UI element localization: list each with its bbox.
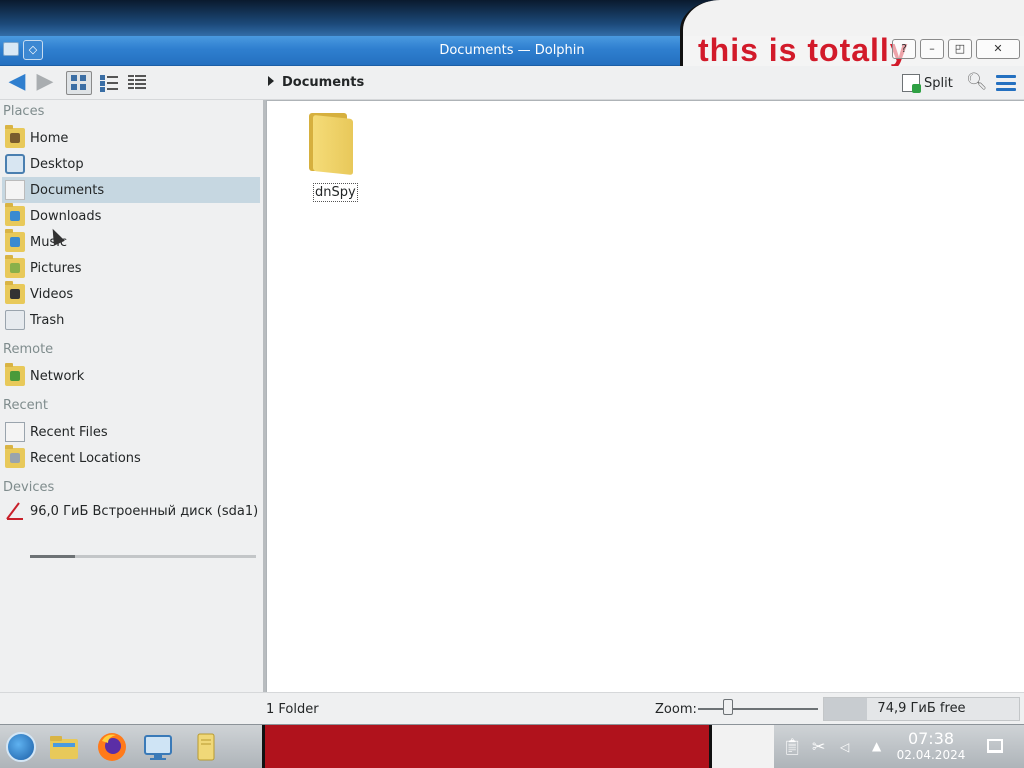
volume-icon[interactable]: ◁ bbox=[840, 740, 849, 754]
sidebar-item-music[interactable]: Music bbox=[2, 229, 260, 255]
places-panel: Places Home Desktop Documents Downloads … bbox=[0, 100, 263, 692]
clock-date: 02.04.2024 bbox=[896, 748, 966, 762]
file-manager-icon[interactable] bbox=[48, 731, 80, 763]
sidebar-item-label: Videos bbox=[30, 286, 74, 302]
zoom-label: Zoom: bbox=[655, 702, 697, 717]
sidebar-item-label: Trash bbox=[30, 312, 65, 328]
notes-icon[interactable] bbox=[190, 731, 222, 763]
icons-view-button[interactable] bbox=[66, 71, 92, 95]
help-button[interactable]: ? bbox=[892, 39, 916, 59]
icons-view-icon bbox=[71, 75, 86, 90]
status-bar: 1 Folder Zoom: 74,9 ГиБ free bbox=[0, 692, 1024, 724]
trash-icon bbox=[5, 310, 25, 330]
compact-view-icon bbox=[100, 75, 118, 92]
wallpaper-text: this is totally bbox=[698, 32, 909, 68]
taskbar: 📋︎ ✂ ◁ ▲ 07:38 02.04.2024 bbox=[0, 724, 1024, 768]
minimize-button[interactable]: – bbox=[920, 39, 944, 59]
free-space-indicator[interactable]: 74,9 ГиБ free bbox=[823, 697, 1020, 721]
split-button[interactable]: Split bbox=[902, 71, 953, 95]
music-icon bbox=[5, 229, 25, 252]
disk-usage-bar bbox=[30, 555, 256, 558]
zoom-slider-handle[interactable] bbox=[723, 699, 733, 715]
menu-icon-line bbox=[996, 75, 1016, 78]
system-settings-icon[interactable] bbox=[142, 731, 174, 763]
section-places: Places bbox=[3, 104, 45, 119]
file-view[interactable]: dnSpy bbox=[266, 100, 1024, 692]
split-label: Split bbox=[924, 75, 953, 91]
breadcrumb[interactable]: Documents bbox=[282, 75, 364, 90]
documents-icon bbox=[5, 180, 25, 200]
sidebar-item-disk[interactable]: 96,0 ГиБ Встроенный диск (sda1) bbox=[2, 499, 260, 523]
desktop-icon bbox=[5, 154, 25, 174]
zoom-slider[interactable] bbox=[698, 708, 818, 710]
firefox-icon[interactable] bbox=[96, 731, 128, 763]
sidebar-item-downloads[interactable]: Downloads bbox=[2, 203, 260, 229]
section-recent: Recent bbox=[3, 398, 48, 413]
details-view-button[interactable] bbox=[124, 71, 150, 95]
sidebar-item-network[interactable]: Network bbox=[2, 363, 260, 389]
show-desktop-icon[interactable] bbox=[987, 739, 1003, 753]
sidebar-item-documents[interactable]: Documents bbox=[2, 177, 260, 203]
close-button[interactable]: ✕ bbox=[976, 39, 1020, 59]
breadcrumb-arrow-icon[interactable] bbox=[268, 76, 274, 86]
disk-usage-fill bbox=[30, 555, 76, 558]
main-toolbar: ◀ ▶ Documents Split 🔍︎ bbox=[0, 66, 1024, 100]
title-bar[interactable]: ◇ Documents — Dolphin this is totally ? … bbox=[0, 32, 1024, 68]
compact-view-button[interactable] bbox=[96, 71, 122, 95]
maximize-button[interactable]: ◰ bbox=[948, 39, 972, 59]
split-icon bbox=[902, 74, 921, 93]
home-icon bbox=[5, 125, 25, 148]
sidebar-item-label: 96,0 ГиБ Встроенный диск (sda1) bbox=[30, 503, 259, 519]
sidebar-item-recent-files[interactable]: Recent Files bbox=[2, 419, 260, 445]
clipboard-icon[interactable]: 📋︎ bbox=[782, 737, 802, 756]
menu-icon-line bbox=[996, 81, 1016, 85]
sidebar-item-label: Recent Files bbox=[30, 424, 108, 440]
sidebar-item-label: Pictures bbox=[30, 260, 82, 276]
clock[interactable]: 07:38 02.04.2024 bbox=[894, 729, 968, 762]
sidebar-item-pictures[interactable]: Pictures bbox=[2, 255, 260, 281]
details-view-icon bbox=[128, 75, 146, 90]
file-item[interactable]: dnSpy bbox=[303, 109, 363, 202]
search-button[interactable]: 🔍︎ bbox=[966, 72, 988, 94]
scissors-icon[interactable]: ✂ bbox=[812, 737, 825, 756]
sidebar-item-videos[interactable]: Videos bbox=[2, 281, 260, 307]
arrow-left-icon: ◀ bbox=[8, 69, 26, 94]
back-button[interactable]: ◀ bbox=[4, 70, 30, 96]
sidebar-item-recent-locations[interactable]: Recent Locations bbox=[2, 445, 260, 471]
clock-time: 07:38 bbox=[907, 729, 955, 748]
downloads-icon bbox=[5, 203, 25, 226]
search-icon: 🔍︎ bbox=[966, 72, 988, 92]
section-devices: Devices bbox=[3, 480, 55, 495]
videos-icon bbox=[5, 281, 25, 304]
recent-files-icon bbox=[5, 422, 25, 442]
pictures-icon bbox=[5, 255, 25, 278]
network-icon bbox=[5, 363, 25, 386]
dolphin-window: ◇ Documents — Dolphin this is totally ? … bbox=[0, 32, 1024, 724]
forward-button[interactable]: ▶ bbox=[32, 70, 58, 96]
recent-locations-icon bbox=[5, 445, 25, 468]
sidebar-item-label: Network bbox=[30, 368, 85, 384]
item-count: 1 Folder bbox=[266, 702, 319, 717]
arrow-right-icon: ▶ bbox=[36, 69, 54, 94]
hamburger-menu-button[interactable] bbox=[996, 75, 1016, 91]
start-icon[interactable] bbox=[6, 732, 36, 762]
sidebar-item-label: Recent Locations bbox=[30, 450, 141, 466]
tray-expand-icon[interactable]: ▲ bbox=[872, 739, 881, 753]
wallpaper-art bbox=[712, 725, 774, 768]
sidebar-item-label: Home bbox=[30, 130, 69, 146]
drive-icon bbox=[5, 501, 25, 521]
folder-icon bbox=[309, 113, 353, 176]
sidebar-item-label: Desktop bbox=[30, 156, 84, 172]
wallpaper-art bbox=[262, 725, 712, 768]
sidebar-item-home[interactable]: Home bbox=[2, 125, 260, 151]
sidebar-item-desktop[interactable]: Desktop bbox=[2, 151, 260, 177]
section-remote: Remote bbox=[3, 342, 54, 357]
menu-icon-line bbox=[996, 88, 1016, 91]
sidebar-item-trash[interactable]: Trash bbox=[2, 307, 260, 333]
file-item-name: dnSpy bbox=[313, 183, 358, 202]
sidebar-item-label: Documents bbox=[30, 182, 105, 198]
sidebar-item-label: Downloads bbox=[30, 208, 102, 224]
